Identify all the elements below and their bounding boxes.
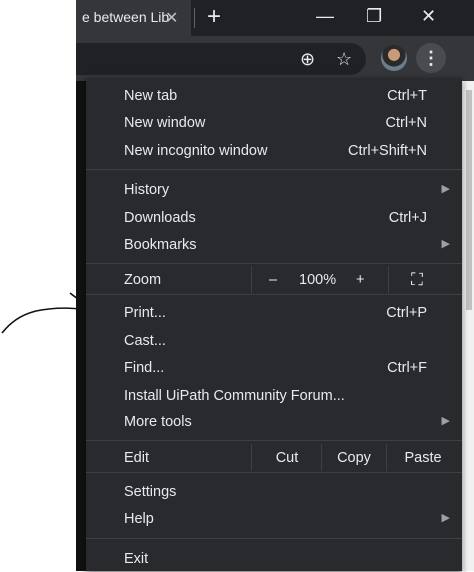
menu-item-label: Downloads — [124, 210, 196, 226]
submenu-arrow-icon: ▶ — [441, 415, 450, 427]
submenu-arrow-icon: ▶ — [441, 238, 450, 250]
cut-button[interactable]: Cut — [252, 450, 322, 466]
menu-item-label: Find... — [124, 360, 165, 376]
zoom-out-button[interactable]: – — [269, 272, 277, 288]
menu-item-label: Cast... — [124, 333, 166, 349]
bookmark-star-icon[interactable]: ☆ — [336, 49, 352, 70]
menu-item-label: History — [124, 182, 170, 198]
menu-item-find[interactable]: Find... Ctrl+F — [86, 354, 462, 381]
menu-item-settings[interactable]: Settings — [86, 478, 462, 505]
paste-button[interactable]: Paste — [387, 450, 459, 466]
menu-separator — [86, 263, 462, 264]
menu-item-cast[interactable]: Cast... — [86, 327, 462, 354]
menu-item-print[interactable]: Print... Ctrl+P — [86, 299, 462, 326]
menu-item-shortcut: Ctrl+J — [388, 210, 427, 226]
menu-item-label: Help — [124, 511, 154, 527]
submenu-arrow-icon: ▶ — [441, 512, 450, 524]
menu-item-label: New incognito window — [124, 143, 268, 159]
scrollbar-thumb[interactable] — [466, 90, 472, 310]
menu-item-history[interactable]: History ▶ — [86, 176, 462, 203]
install-app-icon[interactable]: ⊕ — [300, 49, 315, 70]
title-bar: e between Lib ✕ + — ❐ ✕ — [76, 0, 474, 36]
window-close-icon[interactable]: ✕ — [421, 6, 436, 27]
zoom-divider — [388, 266, 389, 293]
zoom-label: Zoom — [124, 272, 162, 288]
menu-item-new-tab[interactable]: New tab Ctrl+T — [86, 82, 462, 109]
menu-item-shortcut: Ctrl+Shift+N — [348, 143, 427, 159]
submenu-arrow-icon: ▶ — [441, 183, 450, 195]
address-bar[interactable] — [76, 43, 366, 75]
menu-item-new-incognito[interactable]: New incognito window Ctrl+Shift+N — [86, 137, 462, 164]
menu-separator — [86, 294, 462, 295]
browser-menu: New tab Ctrl+T New window Ctrl+N New inc… — [86, 78, 462, 571]
menu-separator — [86, 440, 462, 441]
tab-separator — [194, 8, 195, 28]
menu-item-bookmarks[interactable]: Bookmarks ▶ — [86, 231, 462, 258]
menu-separator — [86, 472, 462, 473]
menu-item-downloads[interactable]: Downloads Ctrl+J — [86, 204, 462, 231]
profile-avatar[interactable] — [381, 45, 407, 71]
fullscreen-icon[interactable]: ⛶ — [411, 270, 423, 290]
zoom-in-button[interactable]: + — [356, 272, 364, 288]
menu-separator — [86, 169, 462, 170]
menu-item-help[interactable]: Help ▶ — [86, 505, 462, 532]
menu-item-label: New tab — [124, 88, 178, 104]
zoom-level: 100% — [299, 272, 337, 288]
menu-item-label: Print... — [124, 305, 166, 321]
menu-item-label: Install UiPath Community Forum... — [124, 388, 345, 404]
menu-item-edit: Edit Cut Copy Paste — [86, 444, 462, 471]
menu-item-shortcut: Ctrl+F — [387, 360, 427, 376]
tab-title: e between Lib — [82, 9, 170, 25]
toolbar: ⊕ ☆ ⋮ — [76, 36, 474, 81]
new-tab-icon[interactable]: + — [207, 3, 221, 31]
menu-icon[interactable]: ⋮ — [416, 43, 446, 73]
menu-item-label: Settings — [124, 484, 177, 500]
menu-separator — [86, 538, 462, 539]
menu-item-new-window[interactable]: New window Ctrl+N — [86, 109, 462, 136]
copy-button[interactable]: Copy — [322, 450, 386, 466]
menu-item-install-app[interactable]: Install UiPath Community Forum... — [86, 382, 462, 409]
menu-item-shortcut: Ctrl+T — [387, 88, 427, 104]
menu-item-exit[interactable]: Exit — [86, 545, 462, 572]
edit-label: Edit — [124, 450, 149, 466]
menu-item-shortcut: Ctrl+P — [386, 305, 427, 321]
restore-icon[interactable]: ❐ — [366, 6, 382, 27]
menu-item-label: Exit — [124, 551, 149, 567]
menu-item-more-tools[interactable]: More tools ▶ — [86, 408, 462, 435]
menu-item-zoom: Zoom – 100% + ⛶ — [86, 266, 462, 293]
menu-item-label: More tools — [124, 414, 192, 430]
menu-item-label: New window — [124, 115, 206, 131]
browser-tab[interactable]: e between Lib ✕ — [76, 0, 191, 36]
menu-item-label: Bookmarks — [124, 237, 197, 253]
tab-close-icon[interactable]: ✕ — [165, 8, 178, 28]
menu-item-shortcut: Ctrl+N — [385, 115, 428, 131]
minimize-icon[interactable]: — — [316, 6, 334, 27]
zoom-divider — [251, 266, 252, 293]
